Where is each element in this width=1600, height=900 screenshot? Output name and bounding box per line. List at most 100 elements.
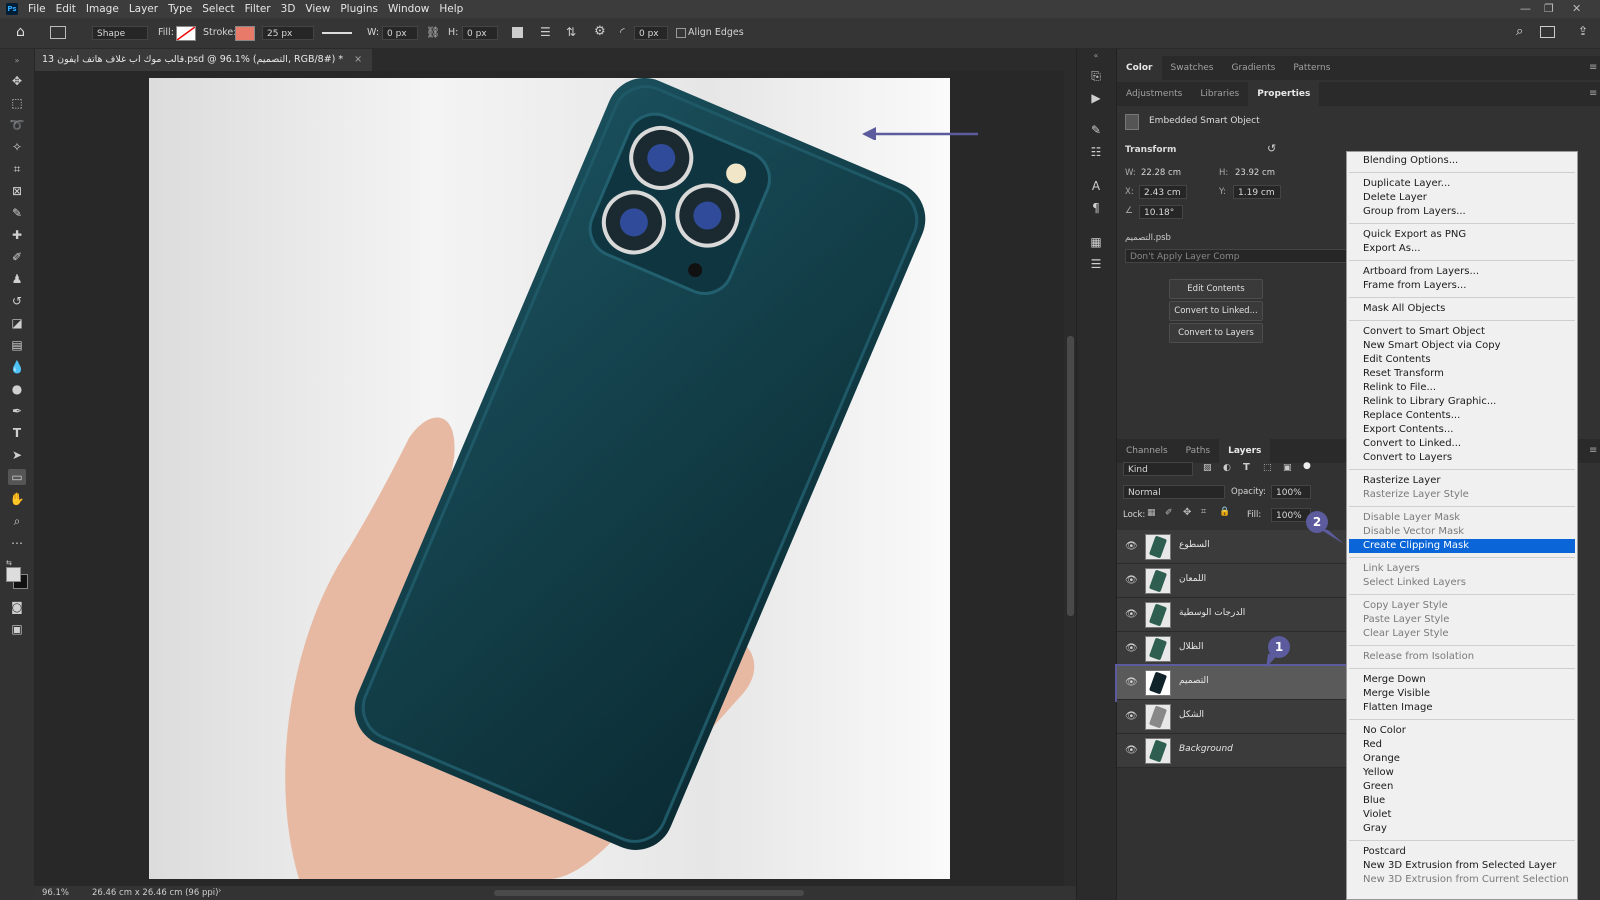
- shape-tool-preset-icon[interactable]: [50, 26, 66, 39]
- eye-icon[interactable]: 👁: [1125, 609, 1138, 620]
- menu-item-rasterize-layer[interactable]: Rasterize Layer: [1363, 474, 1441, 488]
- layer-kind-filter[interactable]: Kind: [1123, 462, 1193, 476]
- path-arrangement-icon[interactable]: ⇅: [566, 25, 576, 39]
- tab-properties[interactable]: Properties: [1248, 82, 1320, 106]
- filter-type-icon[interactable]: T: [1243, 462, 1250, 473]
- stroke-swatch[interactable]: [235, 26, 255, 41]
- zoom-level[interactable]: 96.1%: [42, 888, 69, 898]
- shape-mode-select[interactable]: Shape: [92, 26, 148, 40]
- menu-item-green[interactable]: Green: [1363, 780, 1393, 794]
- eye-icon[interactable]: 👁: [1125, 643, 1138, 654]
- menu-item-duplicate-layer[interactable]: Duplicate Layer...: [1363, 177, 1450, 191]
- menu-item-flatten-image[interactable]: Flatten Image: [1363, 701, 1433, 715]
- blend-mode-select[interactable]: Normal: [1123, 485, 1225, 499]
- more-tools-icon[interactable]: ⋯: [8, 535, 26, 551]
- layer-row[interactable]: 👁 اللمعان: [1117, 564, 1349, 598]
- menu-item-new-smart-object-via-copy[interactable]: New Smart Object via Copy: [1363, 339, 1501, 353]
- frame-tool-icon[interactable]: ⊠: [8, 183, 26, 199]
- lock-all-icon[interactable]: 🔒: [1219, 507, 1230, 517]
- menu-item-no-color[interactable]: No Color: [1363, 724, 1406, 738]
- gradient-tool-icon[interactable]: ▤: [8, 337, 26, 353]
- prop-angle-field[interactable]: 10.18°: [1139, 205, 1183, 219]
- menu-item-blue[interactable]: Blue: [1363, 794, 1385, 808]
- tab-gradients[interactable]: Gradients: [1223, 56, 1285, 80]
- menu-item-convert-to-linked[interactable]: Convert to Linked...: [1363, 437, 1461, 451]
- menu-item-export-contents[interactable]: Export Contents...: [1363, 423, 1453, 437]
- menu-file[interactable]: File: [28, 3, 46, 15]
- menu-item-create-clipping-mask[interactable]: Create Clipping Mask: [1363, 539, 1469, 553]
- layer-comp-select[interactable]: Don't Apply Layer Comp: [1125, 249, 1347, 263]
- lock-artboard-icon[interactable]: ⌗: [1201, 507, 1206, 517]
- document-canvas[interactable]: [149, 78, 950, 879]
- menu-item-relink-to-file[interactable]: Relink to File...: [1363, 381, 1436, 395]
- gear-icon[interactable]: ⚙: [594, 24, 606, 39]
- menu-item-delete-layer[interactable]: Delete Layer: [1363, 191, 1427, 205]
- tab-color[interactable]: Color: [1117, 56, 1162, 80]
- stroke-size-field[interactable]: 25 px: [262, 26, 314, 40]
- menu-item-merge-visible[interactable]: Merge Visible: [1363, 687, 1430, 701]
- fill-field[interactable]: 100%: [1271, 508, 1311, 522]
- menu-edit[interactable]: Edit: [56, 3, 76, 15]
- close-tab-icon[interactable]: ×: [354, 54, 362, 65]
- layer-row[interactable]: 👁 الظلال: [1117, 632, 1349, 666]
- layer-row[interactable]: 👁 الدرجات الوسطية: [1117, 598, 1349, 632]
- eraser-tool-icon[interactable]: ◪: [8, 315, 26, 331]
- restore-icon[interactable]: ❐: [1544, 2, 1554, 15]
- minimize-icon[interactable]: —: [1520, 2, 1531, 15]
- home-icon[interactable]: ⌂: [16, 24, 25, 40]
- menu-item-orange[interactable]: Orange: [1363, 752, 1400, 766]
- lock-transparent-icon[interactable]: ▦: [1147, 508, 1156, 518]
- menu-item-reset-transform[interactable]: Reset Transform: [1363, 367, 1444, 381]
- vertical-scrollbar[interactable]: [1064, 71, 1076, 886]
- lasso-tool-icon[interactable]: ➰: [8, 117, 26, 133]
- zoom-tool-icon[interactable]: ⌕: [8, 513, 26, 529]
- menu-view[interactable]: View: [305, 3, 330, 15]
- libraries-icon[interactable]: ▦: [1087, 235, 1105, 251]
- path-operations-icon[interactable]: [512, 27, 523, 38]
- menu-item-group-from-layers[interactable]: Group from Layers...: [1363, 205, 1466, 219]
- type-tool-icon[interactable]: T: [8, 425, 26, 441]
- menu-item-blending-options[interactable]: Blending Options...: [1363, 154, 1458, 168]
- prop-y-field[interactable]: 1.19 cm: [1233, 185, 1281, 199]
- status-expand-icon[interactable]: ›: [218, 886, 221, 896]
- menu-item-quick-export-as-png[interactable]: Quick Export as PNG: [1363, 228, 1466, 242]
- character-icon[interactable]: A: [1087, 179, 1105, 195]
- layer-row[interactable]: 👁 السطوع: [1117, 530, 1349, 564]
- menu-item-convert-to-layers[interactable]: Convert to Layers: [1363, 451, 1452, 465]
- layer-row[interactable]: 👁 Background: [1117, 734, 1349, 768]
- magic-wand-tool-icon[interactable]: ✧: [8, 139, 26, 155]
- panel-menu-icon[interactable]: ≡: [1589, 62, 1597, 73]
- link-icon[interactable]: ⛓: [426, 26, 440, 39]
- brushes-icon[interactable]: ✎: [1087, 123, 1105, 139]
- panel-menu-icon[interactable]: ≡: [1589, 445, 1597, 456]
- history-brush-tool-icon[interactable]: ↺: [8, 293, 26, 309]
- filter-shape-icon[interactable]: ⬚: [1263, 463, 1272, 473]
- tab-channels[interactable]: Channels: [1117, 439, 1177, 463]
- screen-mode-icon[interactable]: ▣: [8, 621, 26, 637]
- eye-icon[interactable]: 👁: [1125, 541, 1138, 552]
- menu-item-new-3d-extrusion-from-selected-layer[interactable]: New 3D Extrusion from Selected Layer: [1363, 859, 1556, 873]
- menu-window[interactable]: Window: [388, 3, 429, 15]
- tab-libraries[interactable]: Libraries: [1191, 82, 1248, 106]
- opacity-field[interactable]: 100%: [1271, 485, 1311, 499]
- tab-layers[interactable]: Layers: [1219, 439, 1271, 463]
- filter-pixel-icon[interactable]: ▨: [1203, 463, 1212, 473]
- filter-smart-object-icon[interactable]: ▣: [1283, 463, 1292, 473]
- blur-tool-icon[interactable]: 💧: [8, 359, 26, 375]
- hand-tool-icon[interactable]: ✋: [8, 491, 26, 507]
- menu-item-red[interactable]: Red: [1363, 738, 1382, 752]
- menu-image[interactable]: Image: [86, 3, 119, 15]
- swap-colors-icon[interactable]: ⇆: [6, 559, 12, 567]
- menu-filter[interactable]: Filter: [245, 3, 271, 15]
- eye-icon[interactable]: 👁: [1125, 745, 1138, 756]
- dodge-tool-icon[interactable]: ●: [8, 381, 26, 397]
- fill-swatch[interactable]: [176, 26, 196, 41]
- menu-help[interactable]: Help: [439, 3, 463, 15]
- vertical-scroll-thumb[interactable]: [1067, 336, 1074, 616]
- menu-3d[interactable]: 3D: [281, 3, 296, 15]
- eye-icon[interactable]: 👁: [1125, 677, 1138, 688]
- height-field[interactable]: 0 px: [462, 26, 498, 40]
- workspace-icon[interactable]: [1540, 26, 1555, 38]
- menu-item-violet[interactable]: Violet: [1363, 808, 1391, 822]
- layer-row-selected[interactable]: 👁 التصميم: [1115, 664, 1351, 702]
